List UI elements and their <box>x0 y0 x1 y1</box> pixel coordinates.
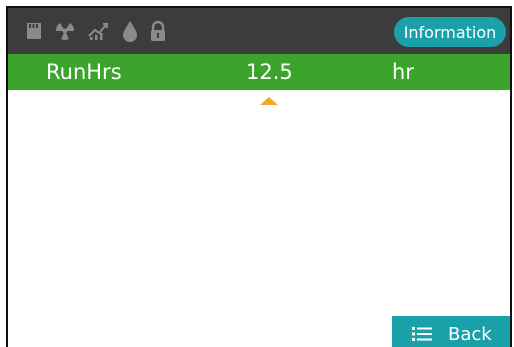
device-screen: Information RunHrs 12.5 hr Back <box>6 6 512 347</box>
back-label: Back <box>448 323 492 345</box>
back-button[interactable]: Back <box>392 316 510 347</box>
parameter-name: RunHrs <box>46 60 122 84</box>
water-drop-icon <box>118 20 142 42</box>
parameter-unit: hr <box>392 60 414 84</box>
list-icon <box>412 326 432 342</box>
radiation-icon <box>53 20 77 42</box>
caret-up-icon <box>260 97 278 105</box>
parameter-value: 12.5 <box>246 60 293 84</box>
status-bar: Information <box>8 8 510 54</box>
selected-parameter-row[interactable]: RunHrs 12.5 hr <box>8 54 510 90</box>
trend-chart-icon <box>86 20 110 42</box>
information-button[interactable]: Information <box>394 17 506 47</box>
lock-icon <box>146 20 170 42</box>
sd-card-icon <box>22 20 46 42</box>
